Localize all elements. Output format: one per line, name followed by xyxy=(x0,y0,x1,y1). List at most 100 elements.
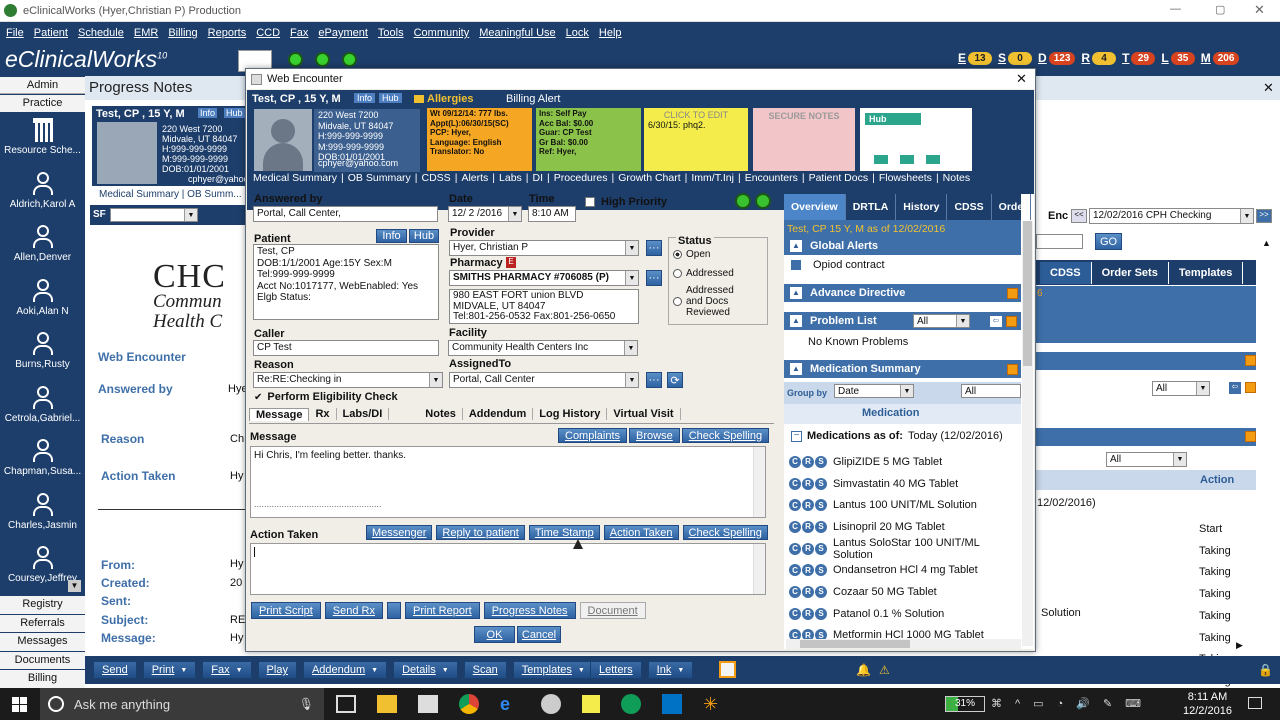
bottom-play-button[interactable]: Play xyxy=(257,661,297,679)
phone-icon[interactable] xyxy=(874,155,888,164)
rp-menu-icon[interactable] xyxy=(1245,382,1256,393)
menu-item-help[interactable]: Help xyxy=(599,27,622,39)
sticky-note-card[interactable]: CLICK TO EDIT 6/30/15: phq2. xyxy=(644,108,748,171)
network-icon[interactable]: ◔ xyxy=(1057,698,1064,710)
pn-hub-button[interactable]: Hub xyxy=(224,108,245,118)
dialog-nav-imm-t-inj[interactable]: Imm/T.Inj xyxy=(691,172,734,184)
medication-row[interactable]: C R S Simvastatin 40 MG Tablet xyxy=(789,473,1021,495)
rp-menu-icon[interactable] xyxy=(1245,355,1256,366)
action-action-taken-button[interactable]: Action Taken xyxy=(603,525,679,540)
enc-select[interactable]: 12/02/2016 CPH Checking ▼ xyxy=(1089,208,1254,224)
close-window-button[interactable]: ✕ xyxy=(1254,2,1265,18)
pen-icon[interactable]: ✎ xyxy=(1103,697,1112,710)
bottom-print-button[interactable]: Print ▼ xyxy=(142,661,197,679)
action-reply-to-patient-button[interactable]: Reply to patient xyxy=(436,525,525,540)
sidebar-messages[interactable]: Messages xyxy=(0,633,85,651)
menu-item-tools[interactable]: Tools xyxy=(378,27,404,39)
menu-item-lock[interactable]: Lock xyxy=(566,27,589,39)
menu-item-patient[interactable]: Patient xyxy=(34,27,68,39)
outlook-icon[interactable] xyxy=(662,694,682,714)
facility-select[interactable]: Community Health Centers Inc ▼ xyxy=(448,340,638,356)
overview-tab-history[interactable]: History xyxy=(896,194,948,220)
eclinicalworks-icon[interactable] xyxy=(541,694,561,714)
collapse-icon[interactable]: − xyxy=(791,430,802,442)
sidebar-documents[interactable]: Documents xyxy=(0,651,85,669)
high-priority-checkbox[interactable] xyxy=(585,197,595,207)
rp-menu-icon[interactable] xyxy=(1245,431,1256,442)
bell-icon[interactable]: 🔔 xyxy=(856,663,871,677)
ok-button[interactable]: OK xyxy=(474,626,515,643)
dialog-nav-encounters[interactable]: Encounters xyxy=(745,172,798,184)
counter-S[interactable]: S0 xyxy=(998,51,1033,65)
patient-info-button[interactable]: Info xyxy=(376,229,407,243)
counter-L[interactable]: L 35 xyxy=(1161,51,1195,65)
print-report-button[interactable]: Print Report xyxy=(405,602,480,619)
vitals-card[interactable]: Wt 09/12/14: 777 lbs. Appt(L):06/30/15(SC… xyxy=(427,108,532,171)
dialog-info-button[interactable]: Info xyxy=(354,93,376,103)
dialog-nav-di[interactable]: DI xyxy=(533,172,544,184)
rp-tab-templates[interactable]: Templates xyxy=(1168,262,1244,284)
overview-tab-overview[interactable]: Overview xyxy=(784,194,846,220)
message-scrollbar[interactable] xyxy=(753,447,765,517)
counter-M[interactable]: M 206 xyxy=(1201,51,1240,65)
sms-icon[interactable] xyxy=(900,155,914,164)
provider-select[interactable]: Hyer, Christian P ▼ xyxy=(449,240,639,256)
overview-tab-drtla[interactable]: DRTLA xyxy=(846,194,897,220)
dialog-nav-ob-summary[interactable]: OB Summary xyxy=(348,172,411,184)
medication-row[interactable]: C R S Lantus 100 UNIT/ML Solution xyxy=(789,494,1021,516)
minimize-button[interactable]: — xyxy=(1170,3,1181,15)
rp-all-select-2[interactable]: All ▼ xyxy=(1106,452,1187,467)
medication-row[interactable]: C R S Lantus SoloStar 100 UNIT/ML Solution xyxy=(789,537,1021,561)
cortana-search[interactable]: Ask me anything 🎙 xyxy=(40,688,324,720)
sticky-notes-icon[interactable] xyxy=(582,695,600,713)
dialog-nav-alerts[interactable]: Alerts xyxy=(461,172,488,184)
dialog-close-button[interactable]: ✕ xyxy=(1016,71,1027,87)
sidebar-user-1[interactable]: Aldrich,Karol A xyxy=(0,168,85,222)
msg-browse-button[interactable]: Browse xyxy=(629,428,680,443)
medication-row[interactable]: C R S Patanol 0.1 % Solution xyxy=(789,603,1021,625)
msg-tab-message[interactable]: Message xyxy=(249,407,310,421)
task-view-icon[interactable] xyxy=(336,695,356,713)
overview-scrollbar[interactable] xyxy=(1022,221,1033,646)
dialog-nav-medical-summary[interactable]: Medical Summary xyxy=(253,172,337,184)
rp-tab-order-sets[interactable]: Order Sets xyxy=(1091,262,1169,284)
assigned-select[interactable]: Portal, Call Center ▼ xyxy=(449,372,639,388)
sidebar-scroll-button[interactable]: ▼ xyxy=(68,580,81,592)
problem-menu-icon[interactable] xyxy=(1006,316,1017,327)
clock[interactable]: 8:11 AM 12/2/2016 xyxy=(1183,690,1232,718)
message-textarea[interactable]: Hi Chris, I'm feeling better. thanks. ..… xyxy=(250,446,766,518)
msg-tab-addendum[interactable]: Addendum xyxy=(463,408,534,420)
menu-item-epayment[interactable]: ePayment xyxy=(318,27,368,39)
enc-next-button[interactable]: >> xyxy=(1256,209,1272,223)
msg-tab-virtual-visit[interactable]: Virtual Visit xyxy=(607,408,681,420)
menu-item-billing[interactable]: Billing xyxy=(168,27,197,39)
microphone-icon[interactable]: 🎙 xyxy=(299,697,314,711)
bottom-letters-button[interactable]: Letters xyxy=(590,661,642,679)
status-addressed-radio[interactable]: Addressed xyxy=(673,268,734,279)
sidebar-user-0[interactable]: Resource Sche... xyxy=(0,114,85,168)
hangouts-icon[interactable] xyxy=(621,694,641,714)
assigned-refresh-button[interactable]: ⟳ xyxy=(667,372,683,388)
counter-R[interactable]: R4 xyxy=(1081,51,1117,65)
chevron-up-icon[interactable]: ^ xyxy=(1015,698,1020,710)
medication-row[interactable]: C R S GlipiZIDE 5 MG Tablet xyxy=(789,451,1021,473)
time-field[interactable]: 8:10 AM xyxy=(528,206,576,222)
cancel-button[interactable]: Cancel xyxy=(517,626,561,643)
pn-tabs[interactable]: Medical Summary | OB Summ... xyxy=(99,189,242,200)
sidebar-user-5[interactable]: Cetrola,Gabriel... xyxy=(0,382,85,436)
rp-go-button[interactable]: GO xyxy=(1095,233,1122,250)
menu-item-community[interactable]: Community xyxy=(414,27,470,39)
file-explorer-icon[interactable] xyxy=(377,695,397,713)
sidebar-referrals[interactable]: Referrals xyxy=(0,614,85,632)
dialog-nav-growth-chart[interactable]: Growth Chart xyxy=(618,172,680,184)
progress-notes-close-icon[interactable]: ✕ xyxy=(1263,80,1274,96)
send-rx-dropdown[interactable] xyxy=(387,602,401,619)
screen-icon[interactable] xyxy=(926,155,940,164)
dialog-nav-flowsheets[interactable]: Flowsheets xyxy=(879,172,932,184)
counter-D[interactable]: D 123 xyxy=(1038,51,1076,65)
enc-prev-button[interactable]: << xyxy=(1071,209,1087,223)
menu-item-file[interactable]: File xyxy=(6,27,24,39)
menu-item-reports[interactable]: Reports xyxy=(208,27,247,39)
sidebar-admin[interactable]: Admin xyxy=(0,77,85,94)
pn-info-button[interactable]: Info xyxy=(198,108,218,118)
